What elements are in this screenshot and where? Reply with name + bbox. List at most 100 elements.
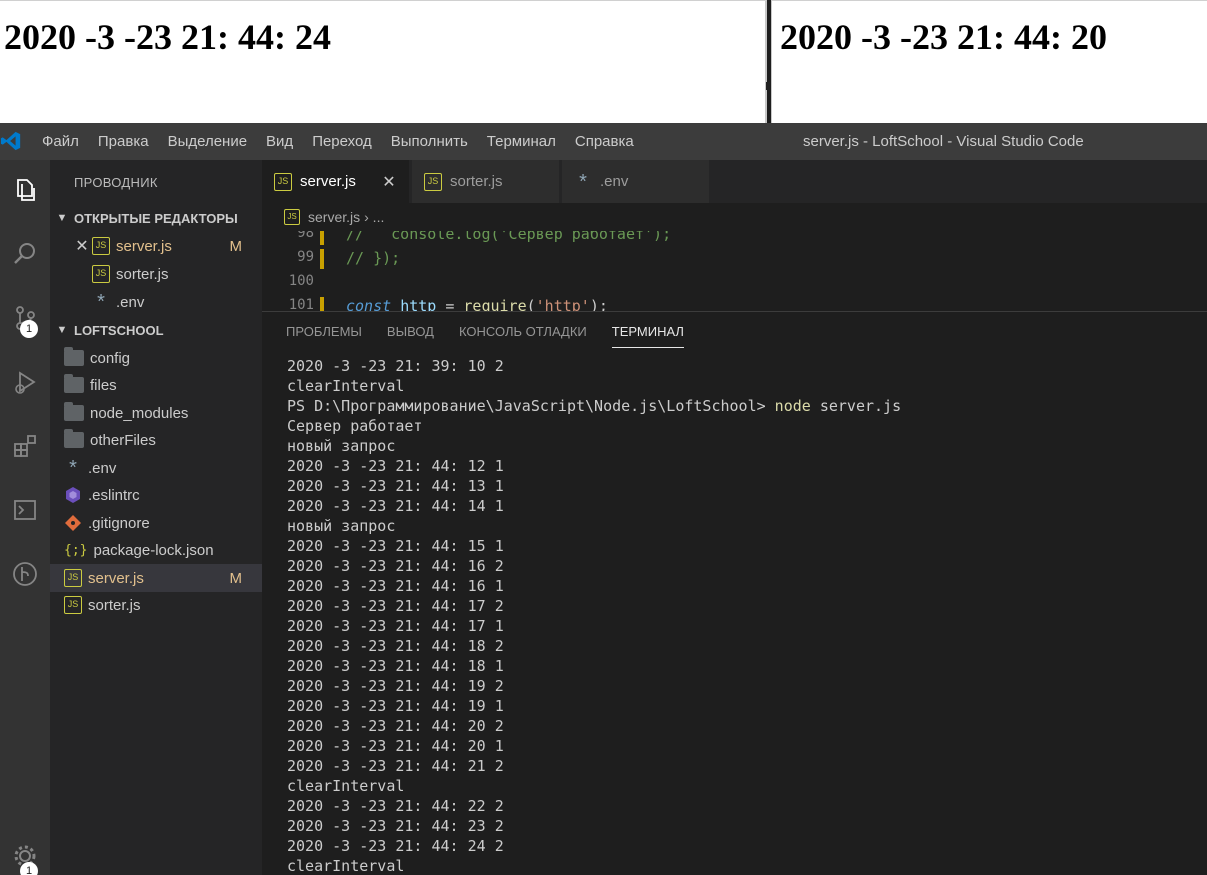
file-label: node_modules	[90, 404, 189, 422]
terminal-line: новый запрос	[287, 437, 396, 455]
tab-env[interactable]: * .env	[562, 160, 710, 203]
tree-item-node-modules[interactable]: node_modules	[50, 399, 262, 427]
explorer-icon[interactable]	[0, 166, 50, 214]
terminal-line: Сервер работает	[287, 417, 423, 435]
tree-item-env[interactable]: * .env	[50, 454, 262, 482]
terminal-line: 2020 -3 -23 21: 44: 17 2	[287, 597, 504, 615]
command-arg: server.js	[819, 397, 902, 415]
terminal-line: 2020 -3 -23 21: 44: 16 2	[287, 557, 504, 575]
terminal-line: 2020 -3 -23 21: 44: 18 2	[287, 637, 504, 655]
terminal-line: новый запрос	[287, 517, 396, 535]
open-editor-server-js[interactable]: ✕ JS server.js M	[50, 232, 262, 260]
js-file-icon: JS	[424, 172, 442, 191]
menu-view[interactable]: Вид	[266, 133, 293, 150]
code-editor[interactable]: 98 // console.log('Сервер работает'); 99…	[262, 231, 1207, 311]
breadcrumb-file[interactable]: server.js	[308, 209, 360, 225]
tree-item-eslintrc[interactable]: .eslintrc	[50, 481, 262, 509]
js-file-icon: JS	[284, 209, 300, 225]
code-text: // console.log('Сервер работает');	[346, 231, 672, 243]
env-file-icon: *	[97, 291, 105, 313]
terminal-line: 2020 -3 -23 21: 44: 18 1	[287, 657, 504, 675]
terminal-line: 2020 -3 -23 21: 44: 20 1	[287, 737, 504, 755]
line-number: 98	[297, 231, 314, 241]
menu-terminal[interactable]: Терминал	[487, 133, 556, 150]
search-icon[interactable]	[0, 230, 50, 278]
source-control-icon[interactable]: 1	[0, 294, 50, 342]
line-number: 99	[297, 249, 314, 265]
line-number: 101	[288, 297, 314, 311]
extensions-icon[interactable]	[0, 422, 50, 470]
run-debug-icon[interactable]	[0, 358, 50, 406]
close-icon[interactable]: ✕	[72, 236, 92, 256]
menu-run[interactable]: Выполнить	[391, 133, 468, 150]
folder-icon	[64, 402, 84, 421]
open-editor-sorter-js[interactable]: JS sorter.js	[50, 260, 262, 288]
settings-gear-icon[interactable]: 1	[0, 832, 50, 875]
tab-label: sorter.js	[450, 173, 503, 190]
modified-gutter-mark	[320, 249, 324, 269]
terminal-output[interactable]: 2020 -3 -23 21: 39: 10 2 clearInterval PS…	[287, 356, 1197, 875]
menu-help[interactable]: Справка	[575, 133, 634, 150]
tree-item-server-js[interactable]: JS server.js M	[50, 564, 262, 592]
terminal-line: 2020 -3 -23 21: 44: 19 1	[287, 697, 504, 715]
tree-item-files[interactable]: files	[50, 371, 262, 399]
open-editors-header[interactable]: ▼ ОТКРЫТЫЕ РЕДАКТОРЫ	[50, 204, 262, 232]
project-header[interactable]: ▼ LOFTSCHOOL	[50, 316, 262, 344]
file-label: .gitignore	[88, 514, 150, 532]
menu-selection[interactable]: Выделение	[168, 133, 247, 150]
terminal-line: clearInterval	[287, 377, 405, 395]
terminal-line: 2020 -3 -23 21: 44: 23 2	[287, 817, 504, 835]
menu-bar: Файл Правка Выделение Вид Переход Выполн…	[42, 123, 653, 160]
js-file-icon: JS	[92, 265, 110, 283]
tab-sorter-js[interactable]: JS sorter.js	[412, 160, 560, 203]
menu-go[interactable]: Переход	[312, 133, 372, 150]
tab-debug-console[interactable]: КОНСОЛЬ ОТЛАДКИ	[459, 324, 587, 348]
menu-edit[interactable]: Правка	[98, 133, 149, 150]
server-time-text: 2020 -3 -23 21: 44: 24	[4, 17, 331, 57]
terminal-line: 2020 -3 -23 21: 39: 10 2	[287, 357, 504, 375]
js-file-icon: JS	[274, 172, 292, 191]
tab-server-js[interactable]: JS server.js ✕	[262, 160, 410, 203]
window-divider	[766, 82, 770, 90]
breadcrumb-rest[interactable]: › ...	[364, 209, 384, 225]
tree-item-otherfiles[interactable]: otherFiles	[50, 426, 262, 454]
terminal-line: 2020 -3 -23 21: 44: 22 2	[287, 797, 504, 815]
tree-item-config[interactable]: config	[50, 344, 262, 372]
settings-badge: 1	[20, 862, 38, 875]
terminal-line: 2020 -3 -23 21: 44: 17 1	[287, 617, 504, 635]
modified-badge: M	[229, 237, 243, 255]
tree-item-package-lock[interactable]: {;} package-lock.json	[50, 536, 262, 564]
open-editor-env[interactable]: * .env	[50, 288, 262, 316]
tab-output[interactable]: ВЫВОД	[387, 324, 434, 348]
panel-tabs: ПРОБЛЕМЫ ВЫВОД КОНСОЛЬ ОТЛАДКИ ТЕРМИНАЛ	[286, 324, 709, 348]
tree-item-gitignore[interactable]: .gitignore	[50, 509, 262, 537]
tab-label: .env	[600, 173, 629, 190]
modified-gutter-mark	[320, 231, 324, 245]
file-label: package-lock.json	[93, 541, 214, 559]
code-line: 100	[262, 273, 1207, 295]
tab-problems[interactable]: ПРОБЛЕМЫ	[286, 324, 362, 348]
eslint-icon	[66, 487, 80, 503]
menu-file[interactable]: Файл	[42, 133, 79, 150]
close-icon[interactable]: ✕	[379, 172, 399, 192]
file-label: sorter.js	[88, 596, 141, 614]
code-text: // });	[346, 249, 401, 267]
terminal-line: clearInterval	[287, 777, 405, 795]
json-icon: {;}	[64, 542, 88, 558]
terminal-line: 2020 -3 -23 21: 44: 14 1	[287, 497, 504, 515]
git-graph-icon[interactable]	[0, 550, 50, 598]
scm-badge: 1	[20, 320, 38, 338]
code-text: const http = require('http');	[346, 297, 608, 311]
terminal-panel-icon[interactable]	[0, 486, 50, 534]
breadcrumb: JS server.js › ...	[262, 203, 1207, 231]
tree-item-sorter-js[interactable]: JS sorter.js	[50, 591, 262, 619]
env-file-icon: *	[69, 457, 77, 479]
file-label: .env	[88, 459, 117, 477]
file-label: files	[90, 376, 117, 394]
explorer-sidebar: ПРОВОДНИК ▼ ОТКРЫТЫЕ РЕДАКТОРЫ ✕ JS serv…	[50, 160, 262, 875]
file-label: otherFiles	[90, 431, 156, 449]
folder-icon	[64, 429, 84, 448]
terminal-prompt-line: PS D:\Программирование\JavaScript\Node.j…	[287, 396, 1197, 416]
terminal-line: clearInterval	[287, 857, 405, 875]
tab-terminal[interactable]: ТЕРМИНАЛ	[611, 324, 684, 348]
